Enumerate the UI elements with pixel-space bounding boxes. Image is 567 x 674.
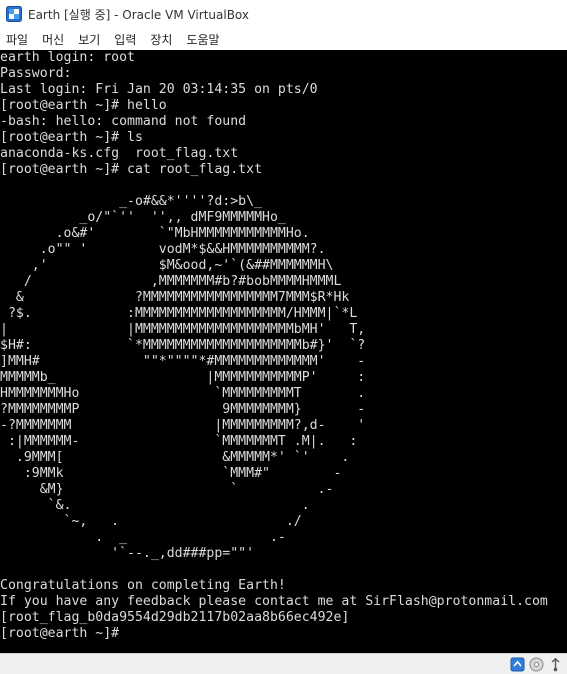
ascii-art-line: & ?MMMMMMMMMMMMMMMMM7MMM$R*Hk	[0, 290, 350, 305]
optical-drive-icon[interactable]	[529, 657, 544, 672]
network-icon[interactable]	[510, 657, 525, 672]
ascii-art-line: _-o#&&*''''?d:>b\_	[0, 194, 263, 209]
menu-file[interactable]: 파일	[6, 31, 28, 48]
virtualbox-window: Earth [실행 중] - Oracle VM VirtualBox 파일 머…	[0, 0, 567, 674]
ascii-art-line: / ,MMMMMMM#b?#bobMMMMHMMML	[0, 274, 342, 289]
menu-input[interactable]: 입력	[114, 31, 136, 48]
usb-icon[interactable]	[548, 657, 563, 672]
terminal-line: If you have any feedback please contact …	[0, 594, 548, 609]
ascii-art-line: ?MMMMMMMMP 9MMMMMMMM} -	[0, 402, 366, 417]
terminal-line: earth login: root	[0, 50, 135, 65]
window-title: Earth [실행 중] - Oracle VM VirtualBox	[28, 7, 250, 22]
menu-help[interactable]: 도움말	[186, 31, 219, 48]
terminal-line: -bash: hello: command not found	[0, 114, 247, 129]
ascii-art-line: `&. .	[0, 498, 310, 513]
ascii-art-line: .o"" ' vodM*$&&HMMMMMMMMMM?.	[0, 242, 326, 257]
ascii-art-line: ,' $M&ood,~'`(&##MMMMMMH\	[0, 258, 334, 273]
menu-view[interactable]: 보기	[78, 31, 100, 48]
ascii-art-line: `~, . ./	[0, 514, 302, 529]
ascii-art-line: _o/"`'' '',, dMF9MMMMMHo_	[0, 210, 286, 225]
menu-machine[interactable]: 머신	[42, 31, 64, 48]
terminal-output: earth login: root Password: Last login: Fr…	[0, 50, 548, 642]
terminal-line: anaconda-ks.cfg root_flag.txt	[0, 146, 239, 161]
ascii-art-line: HMMMMMMMHo `MMMMMMMMMT .	[0, 386, 366, 401]
ascii-art-line: | |MMMMMMMMMMMMMMMMMMMMbMH' T,	[0, 322, 366, 337]
terminal-line: [root@earth ~]# hello	[0, 98, 167, 113]
terminal-line: Last login: Fri Jan 20 03:14:35 on pts/0	[0, 82, 318, 97]
flag-line: [root_flag_b0da9554d29db2117b02aa8b66ec4…	[0, 610, 350, 625]
vm-console[interactable]: earth login: root Password: Last login: Fr…	[0, 50, 567, 653]
ascii-art-line: '`--._,dd###pp=""'	[0, 546, 255, 561]
ascii-art-line: MMMMMb_ |MMMMMMMMMMMP' :	[0, 370, 366, 385]
ascii-art-line: .9MMM[ &MMMMM*' `' .	[0, 450, 350, 465]
virtualbox-icon	[6, 6, 22, 22]
terminal-line: Congratulations on completing Earth!	[0, 578, 286, 593]
ascii-art-line: ]MMH# ""*""""*#MMMMMMMMMMMMM' -	[0, 354, 366, 369]
terminal-line: Password:	[0, 66, 72, 81]
menu-devices[interactable]: 장치	[150, 31, 172, 48]
ascii-art-line: -?MMMMMMM |MMMMMMMMM?,d- '	[0, 418, 366, 433]
ascii-art-line: ?$. :MMMMMMMMMMMMMMMMMMM/HMMM|`*L	[0, 306, 358, 321]
shell-prompt: [root@earth ~]#	[0, 626, 120, 641]
status-bar	[0, 653, 567, 674]
ascii-art-line: .o&#' `"MbHMMMMMMMMMMMHo.	[0, 226, 310, 241]
ascii-art-line: &M} ` .-	[0, 482, 334, 497]
ascii-art-line: :9MMk `MMM#" -	[0, 466, 342, 481]
title-bar[interactable]: Earth [실행 중] - Oracle VM VirtualBox	[0, 0, 567, 28]
ascii-art-line: $H#: `*MMMMMMMMMMMMMMMMMMMMb#}' `?	[0, 338, 366, 353]
ascii-art-line: :|MMMMMM- `MMMMMMMT .M|. :	[0, 434, 358, 449]
terminal-line: [root@earth ~]# ls	[0, 130, 143, 145]
menu-bar: 파일 머신 보기 입력 장치 도움말	[0, 28, 567, 50]
ascii-art-line: . _ .-	[0, 530, 286, 545]
terminal-line: [root@earth ~]# cat root_flag.txt	[0, 162, 263, 177]
